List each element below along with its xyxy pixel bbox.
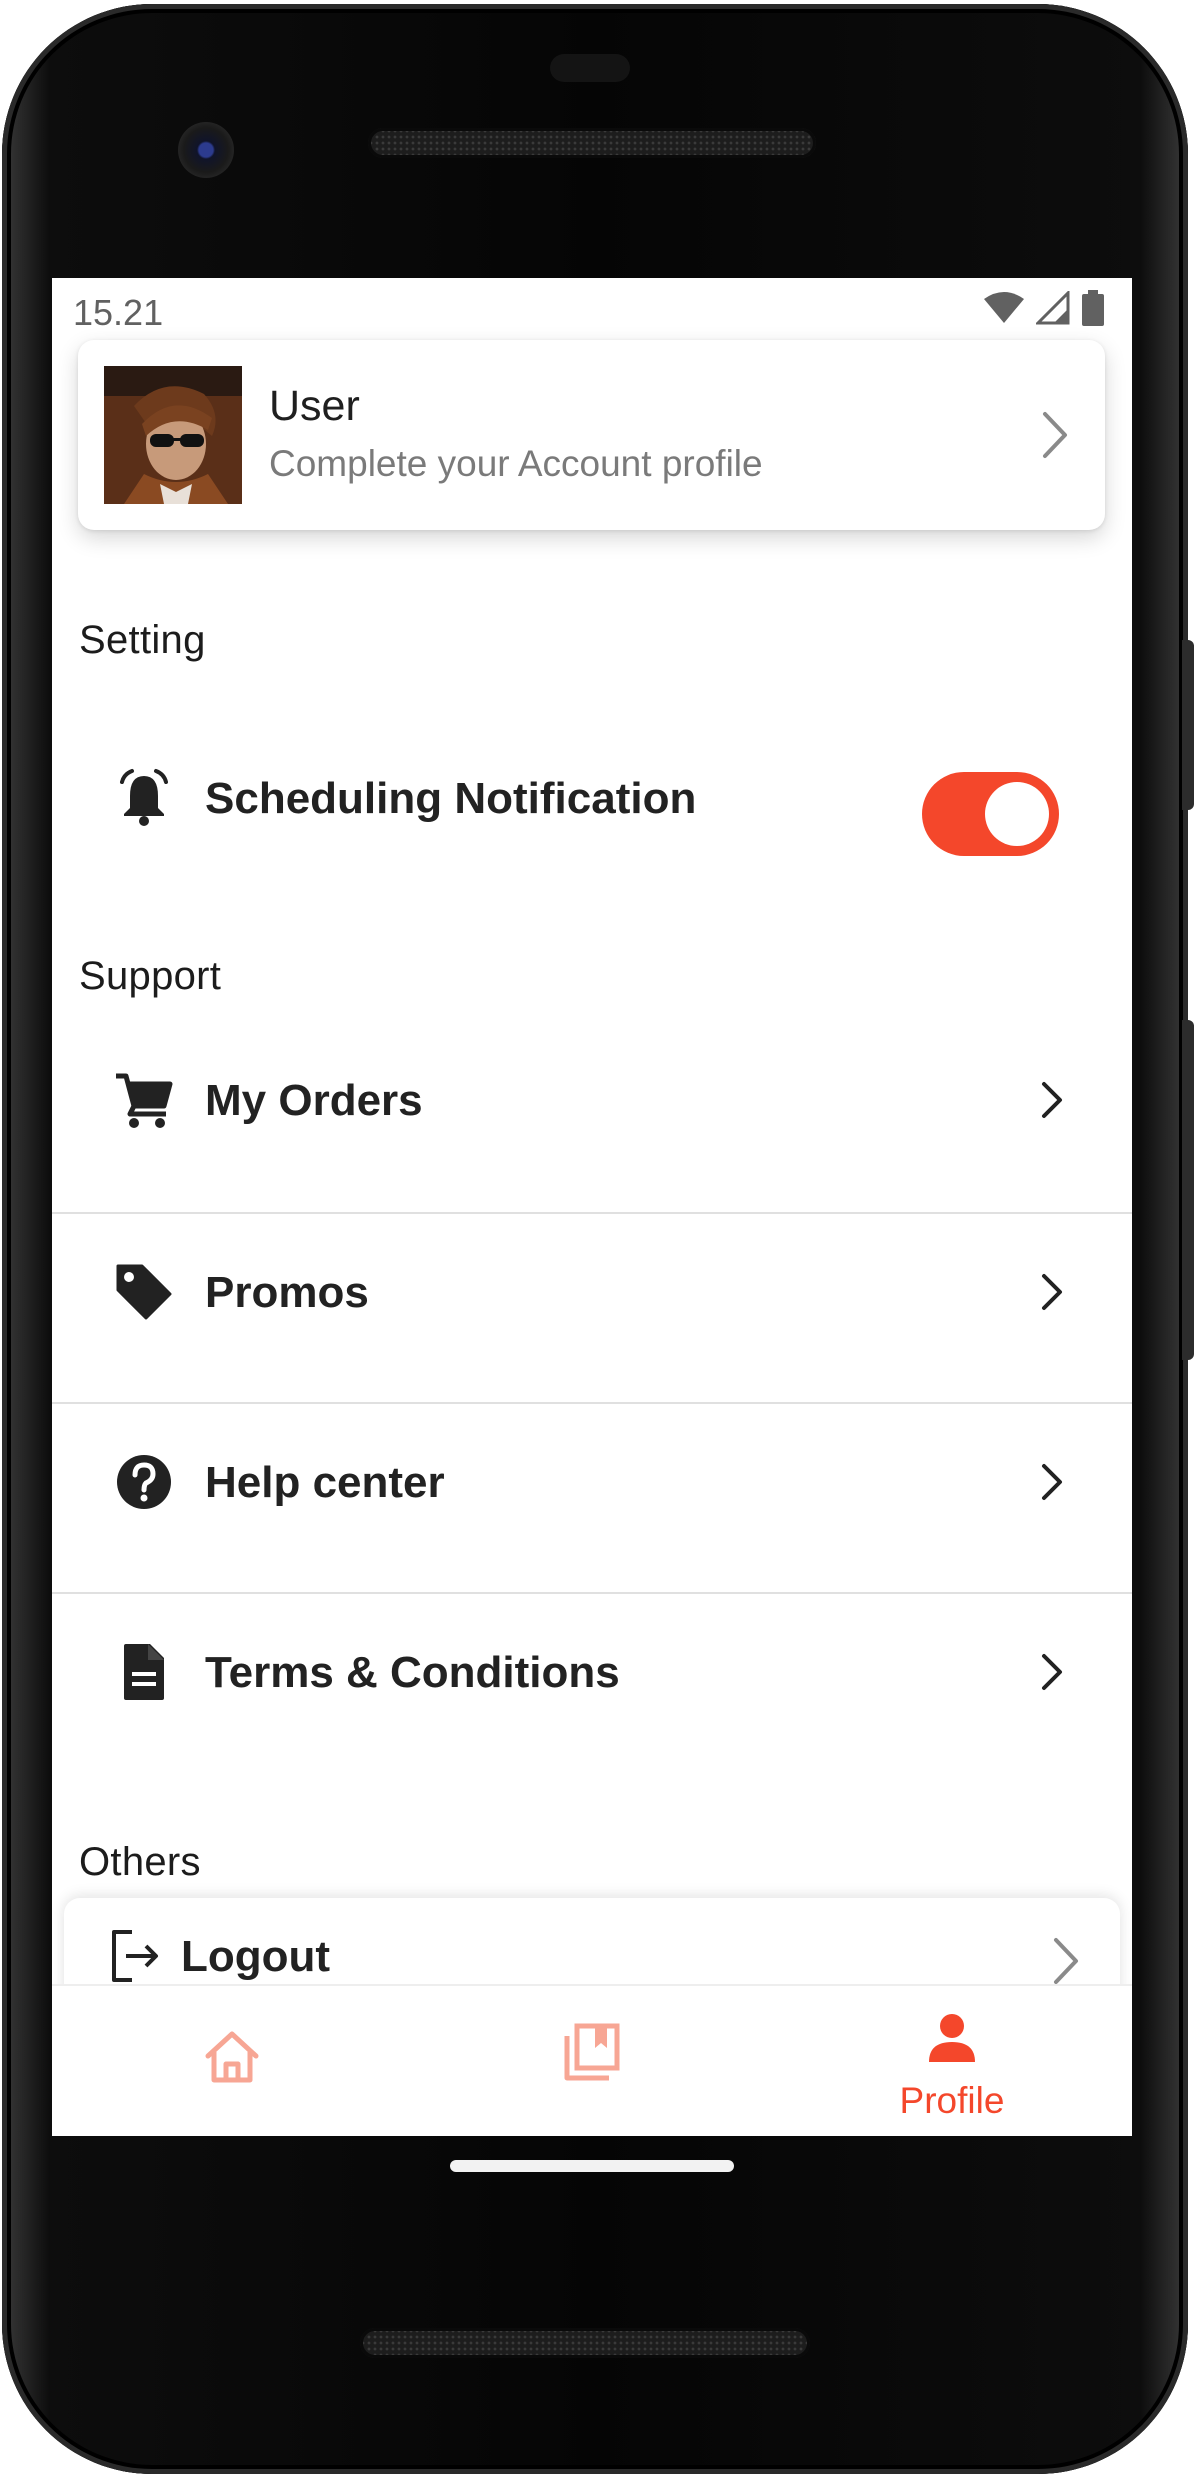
front-camera <box>178 122 234 178</box>
section-title-setting: Setting <box>79 618 206 662</box>
support-item-help-center[interactable]: Help center <box>52 1404 1132 1592</box>
bookmarks-icon <box>564 2023 620 2081</box>
profile-card[interactable]: User Complete your Account profile <box>78 340 1105 530</box>
signal-icon <box>1036 291 1070 325</box>
notification-toggle[interactable] <box>922 772 1059 856</box>
nav-item-profile[interactable]: Profile <box>772 1986 1132 2136</box>
bottom-speaker <box>360 2328 810 2358</box>
avatar <box>104 366 242 504</box>
section-title-others: Others <box>79 1840 201 1884</box>
nav-item-bookmarks[interactable] <box>412 1986 772 2136</box>
chevron-right-icon <box>1043 412 1067 458</box>
support-item-label: Help center <box>205 1458 445 1507</box>
nav-label-profile: Profile <box>899 2080 1005 2121</box>
chevron-right-icon <box>1042 1654 1062 1690</box>
logout-icon <box>112 1930 158 1982</box>
chevron-right-icon <box>1054 1938 1078 1984</box>
status-time: 15.21 <box>73 292 164 333</box>
profile-name: User <box>269 382 360 430</box>
support-item-my-orders[interactable]: My Orders <box>52 1020 1132 1208</box>
alarm-bell-icon <box>120 769 168 826</box>
document-icon <box>124 1644 164 1700</box>
tag-icon <box>116 1264 172 1320</box>
home-icon <box>205 2031 259 2083</box>
help-circle-icon <box>117 1455 171 1509</box>
status-icons <box>984 290 1104 326</box>
support-item-promos[interactable]: Promos <box>52 1214 1132 1402</box>
battery-icon <box>1082 290 1104 326</box>
profile-subtitle: Complete your Account profile <box>269 443 763 484</box>
chevron-right-icon <box>1042 1464 1062 1500</box>
cart-icon <box>116 1073 173 1128</box>
home-indicator <box>450 2160 734 2172</box>
top-speaker <box>368 128 816 158</box>
support-item-label: Promos <box>205 1268 369 1317</box>
support-item-label: Terms & Conditions <box>205 1648 620 1697</box>
bottom-nav: Profile <box>52 1984 1132 2136</box>
status-bar: 15.21 <box>52 278 1132 338</box>
power-button <box>1182 640 1194 810</box>
chevron-right-icon <box>1042 1082 1062 1118</box>
section-title-support: Support <box>79 954 222 998</box>
logout-label: Logout <box>181 1932 331 1981</box>
proximity-sensor <box>550 54 630 82</box>
support-item-label: My Orders <box>205 1076 423 1125</box>
toggle-knob <box>985 782 1049 846</box>
volume-button <box>1182 1020 1194 1360</box>
support-item-terms[interactable]: Terms & Conditions <box>52 1594 1132 1782</box>
app-screen: 15.21 User Complete your Account profile… <box>52 278 1132 2136</box>
person-icon <box>929 2014 975 2062</box>
wifi-icon <box>984 292 1024 323</box>
nav-item-home[interactable] <box>52 1986 412 2136</box>
chevron-right-icon <box>1042 1274 1062 1310</box>
notification-label: Scheduling Notification <box>205 774 697 823</box>
